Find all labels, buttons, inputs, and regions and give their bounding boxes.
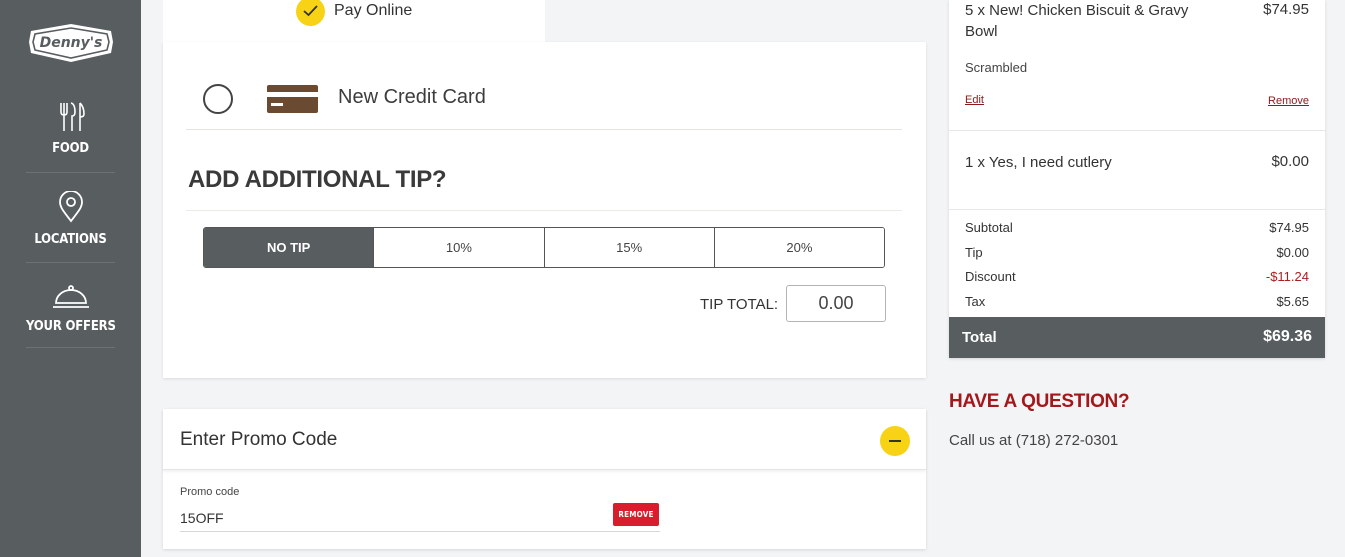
tip-total-label: TIP TOTAL: [700, 296, 779, 313]
tip-heading: ADD ADDITIONAL TIP? [188, 166, 447, 193]
tip-label: Tip [965, 245, 983, 260]
credit-card-icon [267, 85, 318, 113]
order-item-option: Scrambled [965, 60, 1028, 75]
discount-label: Discount [965, 269, 1016, 284]
collapse-button[interactable] [880, 426, 910, 456]
payment-method-label[interactable]: New Credit Card [338, 86, 486, 109]
tax-label: Tax [965, 294, 986, 309]
sidebar-item-label: YOUR OFFERS [26, 319, 116, 334]
promo-card: Enter Promo Code Promo code REMOVE [163, 409, 926, 549]
tip-options: NO TIP 10% 15% 20% [203, 227, 885, 268]
tip-total-input[interactable] [786, 285, 886, 322]
total-bar: Total $69.36 [949, 317, 1325, 358]
check-icon [303, 5, 318, 17]
subtotal-value: $74.95 [1269, 220, 1309, 235]
sidebar-divider [26, 347, 115, 348]
total-value: $69.36 [1263, 328, 1312, 345]
selected-check-badge [296, 0, 325, 26]
tip-option-15[interactable]: 15% [543, 228, 714, 267]
minus-icon [889, 440, 901, 442]
sidebar-item-offers[interactable]: YOUR OFFERS [26, 284, 116, 334]
sidebar-item-locations[interactable]: LOCATIONS [26, 190, 115, 247]
divider [949, 209, 1325, 210]
total-label: Total [962, 329, 997, 346]
sidebar-item-food[interactable]: FOOD [26, 102, 115, 156]
remove-item-link[interactable]: Remove [1268, 95, 1309, 107]
sidebar-divider [26, 262, 115, 263]
promo-code-input[interactable] [180, 504, 660, 532]
edit-item-link[interactable]: Edit [965, 94, 984, 106]
promo-header[interactable]: Enter Promo Code [163, 409, 926, 470]
promo-field-label: Promo code [180, 486, 240, 498]
dennys-logo[interactable]: Denny's [27, 22, 115, 64]
sidebar: Denny's FOOD LOCATIONS YOUR OFFERS [0, 0, 141, 557]
order-item-name: 5 x New! Chicken Biscuit & Gravy Bowl [965, 2, 1189, 40]
payment-card: New Credit Card ADD ADDITIONAL TIP? NO T… [163, 42, 926, 378]
credit-card-radio[interactable] [203, 84, 233, 114]
order-item-name: 1 x Yes, I need cutlery [965, 154, 1112, 171]
cloche-icon [52, 285, 89, 308]
sidebar-divider [26, 172, 115, 173]
tab-label: Pay Online [334, 2, 413, 19]
order-item-price: $74.95 [1263, 1, 1309, 18]
tax-value: $5.65 [1276, 294, 1309, 309]
tip-option-20[interactable]: 20% [713, 228, 884, 267]
tip-value: $0.00 [1276, 245, 1309, 260]
subtotal-label: Subtotal [965, 220, 1013, 235]
discount-value: -$11.24 [1265, 269, 1309, 284]
help-heading: HAVE A QUESTION? [949, 391, 1130, 412]
tip-option-10[interactable]: 10% [373, 228, 544, 267]
sidebar-item-label: FOOD [52, 141, 89, 156]
logo-text: Denny's [40, 35, 103, 51]
map-pin-icon [58, 190, 83, 223]
divider [186, 129, 902, 130]
divider [186, 210, 902, 211]
order-item-price: $0.00 [1271, 153, 1309, 170]
divider [949, 130, 1325, 131]
tip-option-none[interactable]: NO TIP [204, 228, 374, 267]
sidebar-item-label: LOCATIONS [34, 232, 107, 247]
help-phone: Call us at (718) 272-0301 [949, 432, 1119, 449]
utensils-icon [59, 102, 85, 131]
remove-promo-button[interactable]: REMOVE [613, 503, 659, 526]
promo-title: Enter Promo Code [180, 429, 338, 450]
order-summary: 5 x New! Chicken Biscuit & Gravy Bowl $7… [949, 0, 1325, 358]
tab-pay-online[interactable]: Pay Online [163, 0, 545, 43]
